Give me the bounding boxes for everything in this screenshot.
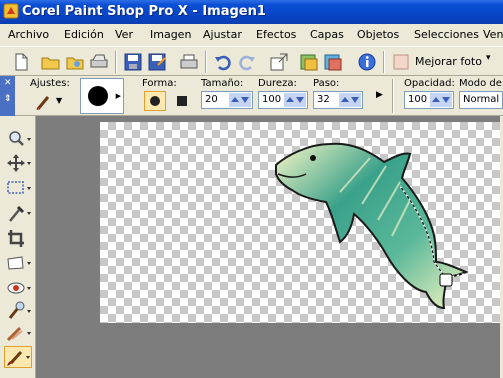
step-spinbox[interactable]: 32 xyxy=(313,91,363,109)
shape-label: Forma: xyxy=(142,78,177,89)
workspace xyxy=(36,116,503,378)
redo-icon[interactable] xyxy=(236,51,258,73)
chevron-down-icon[interactable]: ▾ xyxy=(486,53,491,63)
dropper-tool-icon[interactable] xyxy=(4,202,32,224)
enhance-photo-menu[interactable]: Mejorar foto xyxy=(415,55,482,68)
tool-options-bar: ✕ ⇕ Ajustes: ▼ ▶ Forma: Tamaño: 20 Durez… xyxy=(0,76,503,116)
menu-edicion[interactable]: Edición xyxy=(64,28,104,41)
menu-selecciones[interactable]: Selecciones xyxy=(414,28,479,41)
hardness-spinbox[interactable]: 100 xyxy=(258,91,308,109)
menu-capas[interactable]: Capas xyxy=(310,28,344,41)
size-value: 20 xyxy=(205,94,218,105)
pin-icon[interactable]: ⇕ xyxy=(4,94,12,104)
title-bar: Corel Paint Shop Pro X - Imagen1 xyxy=(0,0,503,24)
adjust-icon[interactable] xyxy=(298,51,320,73)
presets-dropdown-arrow-icon[interactable]: ▼ xyxy=(56,96,62,105)
save-as-icon[interactable] xyxy=(146,51,168,73)
blend-mode-label: Modo de m xyxy=(459,78,503,89)
step-value: 32 xyxy=(317,94,330,105)
step-label: Paso: xyxy=(313,78,340,89)
spin-arrows-icon[interactable] xyxy=(339,93,361,107)
app-icon[interactable] xyxy=(3,3,19,19)
blend-mode-value: Normal xyxy=(463,94,500,105)
menu-ver[interactable]: Ver xyxy=(115,28,133,41)
toolbar-separator xyxy=(115,51,117,73)
move-tool-icon[interactable] xyxy=(4,152,32,174)
straighten-tool-icon[interactable] xyxy=(4,252,32,274)
standard-toolbar: Mejorar foto ▾ xyxy=(0,46,503,76)
dolphin-illustration xyxy=(275,142,469,310)
save-icon[interactable] xyxy=(122,51,144,73)
new-file-icon[interactable] xyxy=(10,51,32,73)
scratch-remover-icon[interactable] xyxy=(4,322,32,344)
opacity-value: 100 xyxy=(408,94,428,105)
menu-efectos[interactable]: Efectos xyxy=(256,28,296,41)
scan-icon[interactable] xyxy=(88,51,110,73)
selection-tool-icon[interactable] xyxy=(4,177,32,199)
toolbar-separator xyxy=(205,51,207,73)
open-folder-icon[interactable] xyxy=(40,51,62,73)
brush-tip-preview[interactable]: ▶ xyxy=(80,78,124,114)
image-canvas[interactable] xyxy=(100,122,503,323)
enhance-icon[interactable] xyxy=(390,51,412,73)
toolbar-separator xyxy=(383,51,385,73)
menu-ventana[interactable]: Ven xyxy=(483,28,503,41)
layers-icon[interactable] xyxy=(322,51,344,73)
menu-objetos[interactable]: Objetos xyxy=(357,28,399,41)
menu-ajustar[interactable]: Ajustar xyxy=(203,28,242,41)
window-title: Corel Paint Shop Pro X - Imagen1 xyxy=(22,4,266,19)
print-icon[interactable] xyxy=(178,51,200,73)
zoom-tool-icon[interactable] xyxy=(4,128,32,150)
spin-arrows-icon[interactable] xyxy=(229,93,251,107)
tools-palette xyxy=(0,116,36,378)
opacity-spinbox[interactable]: 100 xyxy=(404,91,454,109)
red-eye-tool-icon[interactable] xyxy=(4,277,32,299)
browse-icon[interactable] xyxy=(64,51,86,73)
options-grip[interactable]: ✕ ⇕ xyxy=(0,76,15,116)
crop-tool-icon[interactable] xyxy=(4,227,32,249)
round-shape-button[interactable] xyxy=(144,91,166,111)
blend-mode-select[interactable]: Normal xyxy=(459,91,503,109)
square-shape-button[interactable] xyxy=(172,91,192,111)
size-label: Tamaño: xyxy=(201,78,244,89)
opacity-label: Opacidad: xyxy=(404,78,455,89)
menu-imagen[interactable]: Imagen xyxy=(150,28,191,41)
brush-preset-icon[interactable] xyxy=(34,91,56,113)
undo-icon[interactable] xyxy=(212,51,234,73)
spin-arrows-icon[interactable] xyxy=(430,93,452,107)
menu-archivo[interactable]: Archivo xyxy=(8,28,49,41)
paintbrush-tool-button[interactable] xyxy=(4,346,32,368)
close-icon[interactable]: ✕ xyxy=(4,78,12,88)
info-icon[interactable] xyxy=(356,51,378,73)
size-spinbox[interactable]: 20 xyxy=(201,91,253,109)
hardness-value: 100 xyxy=(262,94,282,105)
toolbar-separator xyxy=(392,79,394,113)
clone-tool-icon[interactable] xyxy=(4,300,32,322)
more-options-arrow-icon[interactable]: ▶ xyxy=(376,90,383,100)
menu-bar: Archivo Edición Ver Imagen Ajustar Efect… xyxy=(0,24,503,46)
hardness-label: Dureza: xyxy=(258,78,297,89)
paintbrush-tool-icon xyxy=(7,350,30,367)
spin-arrows-icon[interactable] xyxy=(284,93,306,107)
resize-icon[interactable] xyxy=(268,51,290,73)
presets-label: Ajustes: xyxy=(30,78,70,89)
